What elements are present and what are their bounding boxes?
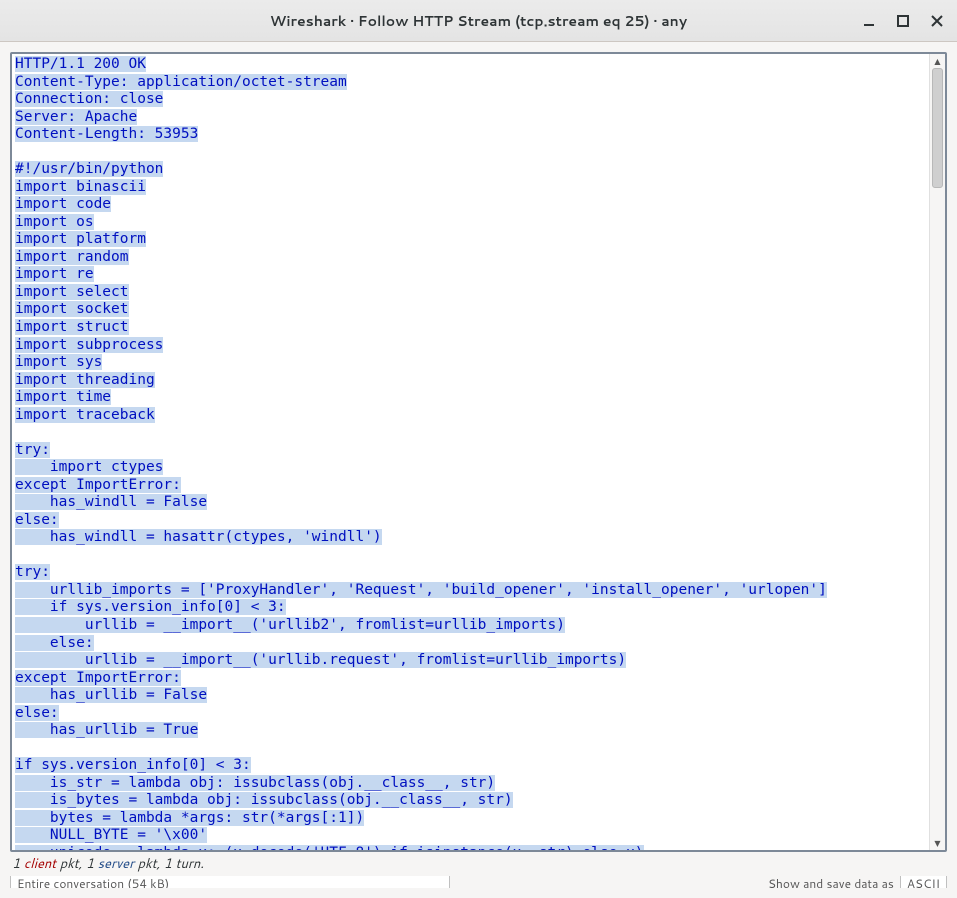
titlebar: Wireshark · Follow HTTP Stream (tcp.stre… (0, 0, 957, 42)
window-title: Wireshark · Follow HTTP Stream (tcp.stre… (270, 11, 687, 31)
window-controls (857, 9, 949, 33)
close-button[interactable] (925, 9, 949, 33)
scrollbar-track[interactable]: ▲ ▼ (929, 54, 945, 850)
stream-line[interactable]: import traceback (15, 407, 155, 423)
stream-line[interactable]: has_urllib = True (15, 722, 198, 738)
stream-line[interactable]: urllib_imports = ['ProxyHandler', 'Reque… (15, 582, 827, 598)
stream-line[interactable]: has_urllib = False (15, 687, 207, 703)
conversation-combo[interactable]: Entire conversation (54 kB) (10, 876, 450, 888)
stream-line[interactable]: is_bytes = lambda obj: issubclass(obj.__… (15, 792, 513, 808)
stream-line[interactable]: HTTP/1.1 200 OK (15, 56, 146, 72)
stream-text[interactable]: HTTP/1.1 200 OK Content-Type: applicatio… (12, 54, 929, 850)
scrollbar-down-icon[interactable]: ▼ (930, 836, 945, 850)
stream-line[interactable]: if sys.version_info[0] < 3: (15, 599, 286, 615)
stream-line[interactable]: is_str = lambda obj: issubclass(obj.__cl… (15, 775, 495, 791)
stream-line[interactable]: Content-Length: 53953 (15, 126, 198, 142)
stream-line[interactable]: else: (15, 512, 59, 528)
stream-line[interactable]: NULL_BYTE = '\x00' (15, 827, 207, 843)
stream-line[interactable]: import platform (15, 231, 146, 247)
status-pkt2: pkt, 1 turn. (138, 855, 204, 873)
content-area: HTTP/1.1 200 OK Content-Type: applicatio… (10, 52, 947, 888)
stream-line[interactable]: #!/usr/bin/python (15, 161, 163, 177)
stream-line[interactable]: import os (15, 214, 94, 230)
stream-line[interactable]: import ctypes (15, 459, 163, 475)
stream-line[interactable]: import random (15, 249, 129, 265)
encoding-combo[interactable]: ASCII (900, 876, 947, 888)
maximize-button[interactable] (891, 9, 915, 33)
stream-line[interactable]: import socket (15, 301, 129, 317)
stream-line[interactable]: except ImportError: (15, 477, 181, 493)
maximize-icon (895, 13, 911, 29)
stream-line[interactable]: try: (15, 564, 50, 580)
status-server-label: server (98, 855, 134, 873)
stream-line[interactable]: try: (15, 442, 50, 458)
stream-line[interactable]: else: (15, 635, 94, 651)
scrollbar-thumb[interactable] (932, 68, 943, 188)
stream-line[interactable]: import re (15, 266, 94, 282)
stream-line[interactable]: has_windll = False (15, 494, 207, 510)
stream-line[interactable]: except ImportError: (15, 670, 181, 686)
stream-line[interactable]: urllib = __import__('urllib.request', fr… (15, 652, 626, 668)
stream-line[interactable]: urllib = __import__('urllib2', fromlist=… (15, 617, 565, 633)
stream-line[interactable]: import sys (15, 354, 102, 370)
stream-line[interactable]: import code (15, 196, 111, 212)
stream-line[interactable]: Content-Type: application/octet-stream (15, 74, 347, 90)
stream-line[interactable]: import binascii (15, 179, 146, 195)
stream-line[interactable]: import subprocess (15, 337, 163, 353)
stream-line[interactable]: import time (15, 389, 111, 405)
stream-line[interactable]: import select (15, 284, 129, 300)
status-pkt1: pkt, (60, 855, 86, 873)
bottom-right: Show and save data as ASCII (768, 876, 947, 888)
stream-line[interactable]: import struct (15, 319, 129, 335)
stream-line[interactable]: unicode = lambda x: (x.decode('UTF-8') i… (15, 845, 644, 850)
stream-line[interactable]: Connection: close (15, 91, 163, 107)
close-icon (929, 13, 945, 29)
stream-line[interactable]: else: (15, 705, 59, 721)
stream-line[interactable]: Server: Apache (15, 109, 137, 125)
status-count-client: 1 (12, 855, 20, 873)
minimize-button[interactable] (857, 9, 881, 33)
status-count-server: 1 (86, 855, 94, 873)
bottom-row: Entire conversation (54 kB) Show and sav… (10, 876, 947, 888)
status-client-label: client (24, 855, 56, 873)
minimize-icon (861, 13, 877, 29)
status-bar: 1 client pkt, 1 server pkt, 1 turn. (10, 852, 947, 876)
show-label: Show and save data as (768, 876, 894, 888)
stream-line[interactable]: has_windll = hasattr(ctypes, 'windll') (15, 529, 382, 545)
stream-line[interactable]: bytes = lambda *args: str(*args[:1]) (15, 810, 364, 826)
stream-line[interactable]: if sys.version_info[0] < 3: (15, 757, 251, 773)
stream-container: HTTP/1.1 200 OK Content-Type: applicatio… (10, 52, 947, 852)
scrollbar-up-icon[interactable]: ▲ (930, 54, 945, 68)
stream-line[interactable]: import threading (15, 372, 155, 388)
